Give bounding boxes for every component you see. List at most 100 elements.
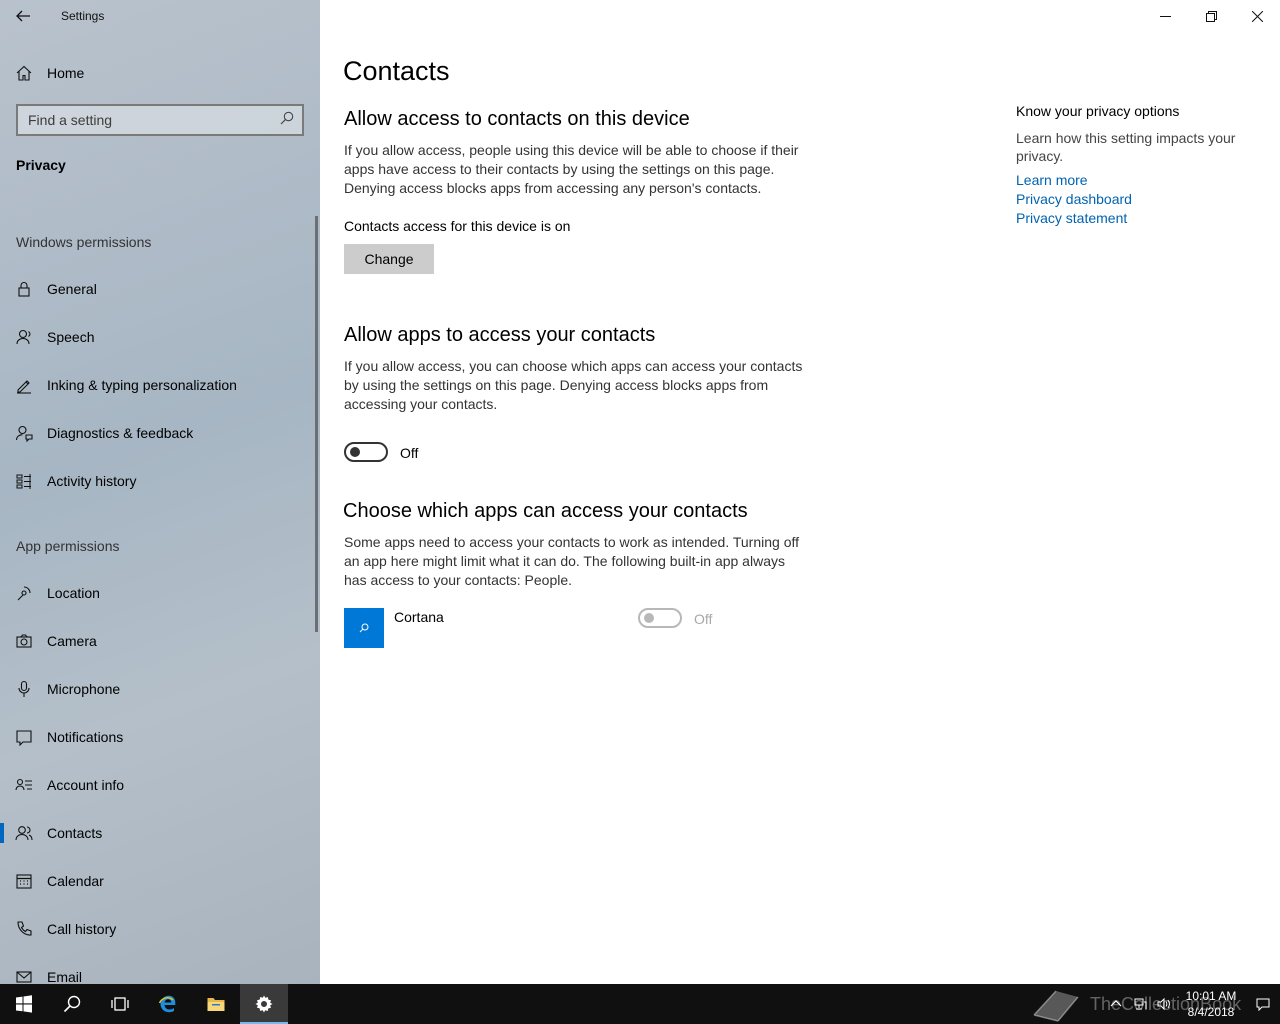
apps-access-description: If you allow access, you can choose whic… [344, 358, 803, 412]
sidebar-item-location[interactable]: Location [0, 569, 320, 617]
notifications-icon [0, 728, 47, 746]
sidebar-item-notifications[interactable]: Notifications [0, 713, 320, 761]
privacy-options-title: Know your privacy options [1016, 103, 1180, 119]
sidebar-item-label: Notifications [47, 729, 124, 745]
back-button[interactable] [0, 0, 46, 32]
clock-date: 8/4/2018 [1187, 1005, 1235, 1019]
clock-time: 10:01 AM [1185, 989, 1237, 1003]
apps-access-heading: Allow apps to access your contacts [344, 324, 656, 346]
search-box[interactable] [16, 104, 304, 136]
settings-icon [255, 995, 273, 1013]
sidebar-item-label: Account info [47, 777, 125, 793]
settings-taskbar-button[interactable] [240, 984, 288, 1024]
sidebar-item-contacts[interactable]: Contacts [0, 809, 320, 857]
file-explorer-button[interactable] [192, 984, 240, 1024]
restore-button[interactable] [1188, 0, 1234, 32]
lock-icon [0, 280, 47, 298]
file-explorer-icon [207, 998, 225, 1011]
sidebar-item-label: Microphone [47, 681, 121, 697]
device-access-heading: Allow access to contacts on this device [344, 108, 690, 130]
windows-permissions-header: Windows permissions [16, 234, 152, 250]
chevron-up-icon [1110, 1000, 1122, 1007]
sidebar-item-label: Speech [47, 329, 95, 345]
sidebar-item-call-history[interactable]: Call history [0, 905, 320, 953]
search-icon[interactable] [280, 111, 294, 130]
speech-icon [0, 328, 47, 346]
sidebar-item-speech[interactable]: Speech [0, 313, 320, 361]
choose-apps-description: Some apps need to access your contacts t… [344, 534, 800, 588]
sidebar-item-label: Call history [47, 921, 117, 937]
change-button[interactable]: Change [344, 244, 434, 274]
cortana-toggle-state: Off [694, 611, 713, 627]
taskbar-search-button[interactable] [48, 984, 96, 1024]
sidebar-item-inking[interactable]: Inking & typing personalization [0, 361, 320, 409]
minimize-button[interactable] [1142, 0, 1188, 32]
sidebar-item-camera[interactable]: Camera [0, 617, 320, 665]
sidebar-item-email[interactable]: Email [0, 953, 320, 984]
search-input[interactable] [28, 112, 268, 128]
apps-access-toggle-state: Off [400, 445, 419, 461]
system-tray: 10:01 AM 8/4/2018 [1104, 984, 1280, 1024]
close-button[interactable] [1234, 0, 1280, 32]
sidebar-item-activity-history[interactable]: Activity history [0, 457, 320, 505]
sidebar-item-calendar[interactable]: Calendar [0, 857, 320, 905]
cortana-app-name: Cortana [394, 609, 444, 625]
privacy-statement-link[interactable]: Privacy statement [1016, 209, 1256, 228]
sidebar-item-label: Location [47, 585, 100, 601]
title-bar: Settings [0, 0, 320, 32]
apps-access-toggle[interactable] [344, 442, 388, 462]
sidebar: Settings Home Privacy Windows permission… [0, 0, 320, 984]
call-history-icon [0, 920, 47, 938]
sidebar-item-general[interactable]: General [0, 265, 320, 313]
app-title: Settings [61, 9, 105, 23]
edge-icon [158, 995, 176, 1013]
privacy-options-panel: Know your privacy options Learn how this… [1016, 103, 1256, 228]
account-info-icon [0, 776, 47, 794]
sidebar-scrollbar[interactable] [315, 216, 318, 632]
close-icon [1251, 10, 1263, 22]
sidebar-item-label: Calendar [47, 873, 104, 889]
action-center-icon [1256, 998, 1270, 1011]
volume-button[interactable] [1152, 984, 1176, 1024]
start-icon [16, 995, 32, 1013]
search-icon [63, 995, 81, 1013]
action-center-button[interactable] [1246, 984, 1280, 1024]
camera-icon [0, 632, 47, 650]
toggle-knob [350, 447, 360, 457]
volume-icon [1157, 997, 1170, 1011]
home-icon [0, 64, 47, 82]
section-title-privacy: Privacy [16, 157, 66, 173]
start-button[interactable] [0, 984, 48, 1024]
microphone-icon [0, 680, 47, 698]
network-button[interactable] [1128, 984, 1152, 1024]
show-hidden-icons-button[interactable] [1104, 984, 1128, 1024]
network-icon [1134, 998, 1147, 1010]
task-view-button[interactable] [96, 984, 144, 1024]
privacy-options-description: Learn how this setting impacts your priv… [1016, 130, 1236, 164]
toggle-knob [644, 613, 654, 623]
sidebar-item-home[interactable]: Home [0, 54, 320, 92]
home-label: Home [47, 65, 85, 81]
taskbar: 10:01 AM 8/4/2018 [0, 984, 1280, 1024]
taskbar-clock[interactable]: 10:01 AM 8/4/2018 [1176, 988, 1246, 1020]
choose-apps-heading: Choose which apps can access your contac… [343, 500, 748, 522]
contacts-icon [0, 824, 47, 842]
edge-button[interactable] [144, 984, 192, 1024]
sidebar-item-label: Diagnostics & feedback [47, 425, 194, 441]
sidebar-item-label: Contacts [47, 825, 103, 841]
sidebar-item-diagnostics[interactable]: Diagnostics & feedback [0, 409, 320, 457]
window-controls [1142, 0, 1280, 32]
app-permissions-header: App permissions [16, 538, 120, 554]
sidebar-item-account-info[interactable]: Account info [0, 761, 320, 809]
device-access-description: If you allow access, people using this d… [344, 142, 799, 196]
cortana-app-tile [344, 608, 384, 648]
sidebar-item-label: Activity history [47, 473, 137, 489]
sidebar-item-microphone[interactable]: Microphone [0, 665, 320, 713]
sidebar-item-label: Email [47, 969, 83, 984]
restore-icon [1205, 10, 1217, 22]
cortana-toggle[interactable] [638, 608, 682, 628]
privacy-dashboard-link[interactable]: Privacy dashboard [1016, 190, 1256, 209]
task-view-icon [111, 997, 129, 1011]
windows-permissions-list: General Speech Inking & typing personali… [0, 265, 320, 505]
learn-more-link[interactable]: Learn more [1016, 171, 1256, 190]
